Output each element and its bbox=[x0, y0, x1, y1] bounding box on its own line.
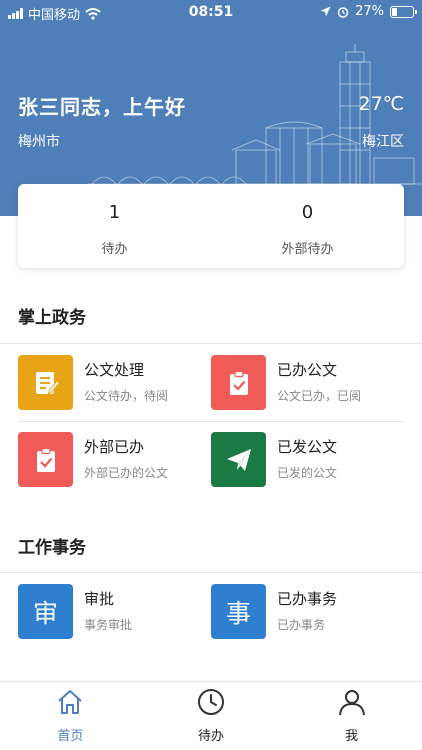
tile-subtitle: 公文已办，已阅 bbox=[277, 389, 362, 403]
battery-icon bbox=[390, 5, 417, 18]
stat-external-todo[interactable]: 0 外部待办 bbox=[211, 184, 404, 268]
tab-label: 待办 bbox=[198, 729, 225, 744]
approval-icon: 审 bbox=[18, 584, 73, 639]
tile-subtitle: 已发的公文 bbox=[277, 466, 338, 480]
user-icon bbox=[338, 690, 365, 716]
tile-processed-affairs[interactable]: 事 已办事务 已办事务 bbox=[211, 584, 401, 644]
section-title-work: 工作事务 bbox=[18, 538, 86, 558]
tile-title: 已办公文 bbox=[277, 361, 338, 379]
clipboard-check-icon bbox=[18, 432, 73, 487]
stats-card: 1 待办 0 外部待办 bbox=[18, 184, 404, 268]
tile-row-divider bbox=[18, 421, 404, 422]
alarm-icon bbox=[337, 6, 349, 18]
bottom-tab-bar: 首页 待办 我 bbox=[0, 681, 422, 750]
document-edit-icon bbox=[18, 355, 73, 410]
affairs-icon: 事 bbox=[211, 584, 266, 639]
tile-sent-documents[interactable]: 已发公文 已发的公文 bbox=[211, 432, 401, 492]
temperature: 27℃ bbox=[358, 93, 404, 115]
section-title-gov: 掌上政务 bbox=[18, 308, 86, 328]
section-divider bbox=[0, 343, 422, 344]
tile-subtitle: 外部已办的公文 bbox=[84, 466, 169, 480]
status-bar: 中国移动 08:51 27% bbox=[0, 0, 422, 24]
stat-external-todo-count: 0 bbox=[301, 202, 314, 223]
location-arrow-icon bbox=[320, 6, 331, 17]
tile-external-processed[interactable]: 外部已办 外部已办的公文 bbox=[18, 432, 208, 492]
tile-subtitle: 事务审批 bbox=[84, 618, 133, 632]
tab-label: 我 bbox=[345, 729, 359, 744]
tab-label: 首页 bbox=[57, 729, 84, 744]
tile-title: 审批 bbox=[84, 590, 115, 608]
greeting-text: 张三同志，上午好 bbox=[18, 95, 186, 119]
tab-todo[interactable]: 待办 bbox=[141, 682, 282, 750]
district-label: 梅江区 bbox=[362, 134, 404, 150]
tile-title: 公文处理 bbox=[84, 361, 145, 379]
tile-subtitle: 已办事务 bbox=[277, 618, 326, 632]
tile-title: 已办事务 bbox=[277, 590, 338, 608]
tile-processed-documents[interactable]: 已办公文 公文已办，已阅 bbox=[211, 355, 401, 415]
home-icon bbox=[58, 690, 83, 714]
battery-percent: 27% bbox=[355, 4, 384, 19]
tile-title: 已发公文 bbox=[277, 438, 338, 456]
stat-external-todo-label: 外部待办 bbox=[281, 242, 334, 257]
clipboard-check-icon bbox=[211, 355, 266, 410]
tab-me[interactable]: 我 bbox=[281, 682, 422, 750]
tile-approval[interactable]: 审 审批 事务审批 bbox=[18, 584, 208, 644]
stat-todo-label: 待办 bbox=[101, 242, 128, 257]
city-label: 梅州市 bbox=[18, 134, 60, 150]
tile-document-processing[interactable]: 公文处理 公文待办，待阅 bbox=[18, 355, 208, 415]
stat-todo[interactable]: 1 待办 bbox=[18, 184, 211, 268]
paper-plane-icon bbox=[211, 432, 266, 487]
clock-icon bbox=[198, 689, 224, 715]
tab-home[interactable]: 首页 bbox=[0, 682, 141, 750]
tile-subtitle: 公文待办，待阅 bbox=[84, 389, 169, 403]
stat-todo-count: 1 bbox=[108, 202, 121, 223]
tile-title: 外部已办 bbox=[84, 438, 145, 456]
section-divider bbox=[0, 572, 422, 573]
